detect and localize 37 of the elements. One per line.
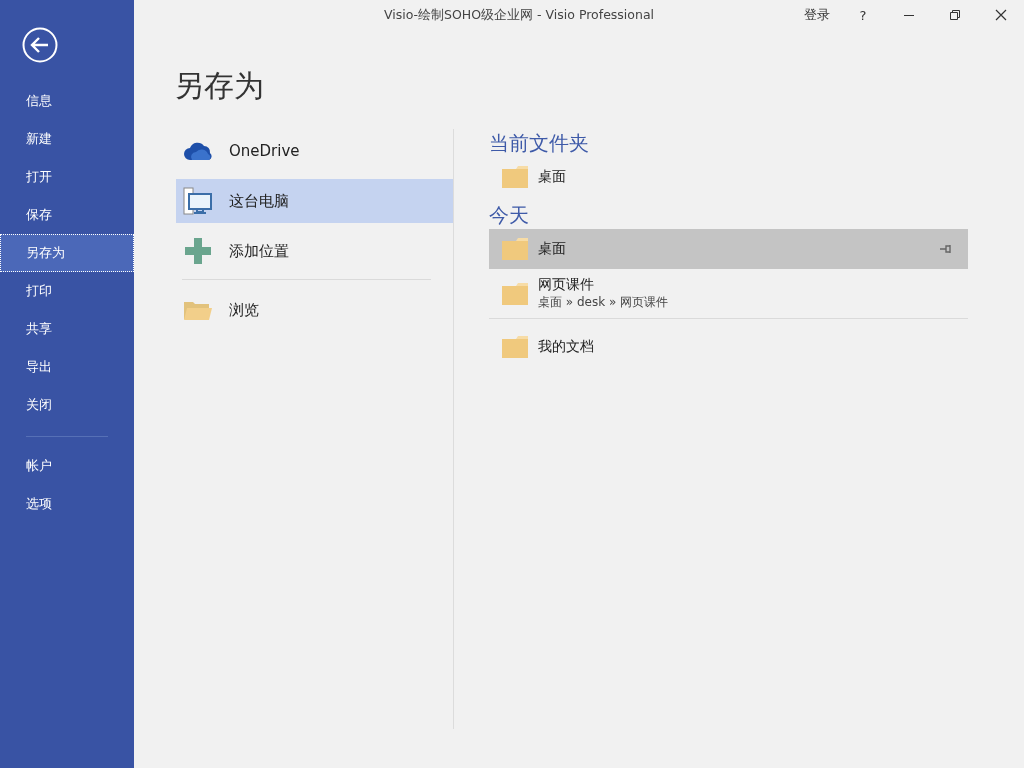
folder-icon	[501, 281, 529, 306]
location-item[interactable]: 这台电脑	[176, 179, 453, 223]
sidebar-item[interactable]: 信息	[0, 82, 134, 120]
window-title: Visio-绘制SOHO级企业网 - Visio Professional	[383, 6, 655, 24]
restore-icon[interactable]	[949, 9, 961, 21]
sidebar-item[interactable]: 另存为	[0, 234, 134, 272]
sidebar-item[interactable]: 保存	[0, 196, 134, 234]
sidebar-item[interactable]: 打印	[0, 272, 134, 310]
folder-item[interactable]: 桌面	[489, 229, 968, 269]
help-button[interactable]: ?	[840, 0, 886, 30]
folder-icon	[501, 165, 529, 189]
folder-item[interactable]: 网页课件 桌面 » desk » 网页课件	[489, 273, 968, 314]
computer-icon	[183, 187, 213, 215]
folder-item[interactable]: 我的文档	[489, 327, 968, 367]
close-icon[interactable]	[995, 9, 1007, 21]
sidebar-item[interactable]: 新建	[0, 120, 134, 158]
sidebar-item[interactable]: 关闭	[0, 386, 134, 424]
plus-icon	[183, 237, 213, 265]
sidebar-item[interactable]: 打开	[0, 158, 134, 196]
back-icon[interactable]	[22, 27, 58, 63]
folder-icon	[501, 237, 529, 261]
page-title: 另存为	[174, 67, 265, 105]
folder-item[interactable]: 桌面	[489, 157, 968, 197]
sidebar-item[interactable]: 选项	[0, 485, 134, 523]
pin-icon[interactable]	[940, 244, 952, 254]
section-heading: 今天	[489, 202, 530, 229]
location-item[interactable]: 添加位置	[176, 229, 453, 273]
sign-in-button[interactable]: 登录	[794, 0, 840, 30]
location-item[interactable]: OneDrive	[176, 129, 453, 173]
sidebar-item[interactable]: 帐户	[0, 447, 134, 485]
location-item[interactable]: 浏览	[176, 288, 453, 332]
sidebar-item[interactable]: 导出	[0, 348, 134, 386]
section-heading: 当前文件夹	[489, 130, 590, 157]
cloud-icon	[183, 141, 213, 161]
folder-icon	[501, 335, 529, 359]
sidebar-item[interactable]: 共享	[0, 310, 134, 348]
folder-icon	[183, 299, 213, 321]
